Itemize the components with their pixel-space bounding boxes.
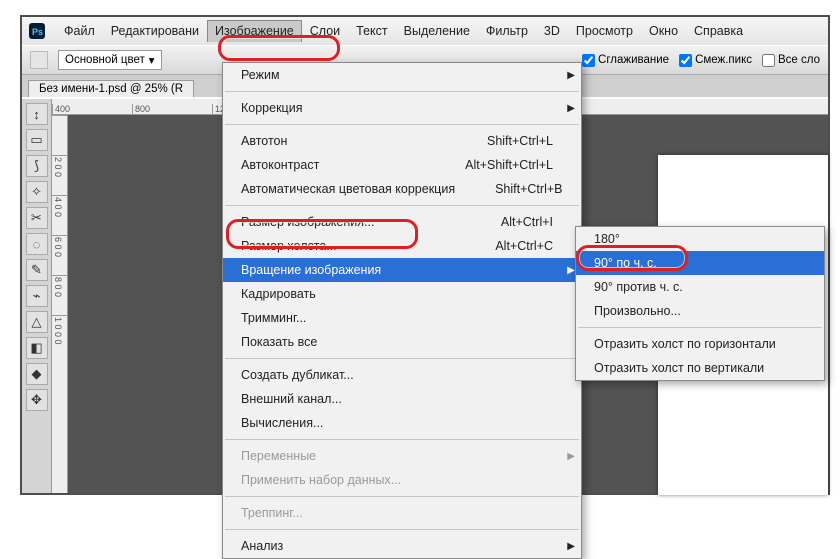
submenu-arrow-icon: ▶ bbox=[567, 103, 575, 114]
menu-item[interactable]: Анализ▶ bbox=[223, 534, 581, 558]
tool-button[interactable]: △ bbox=[26, 311, 48, 333]
menu-item[interactable]: Размер изображения...Alt+Ctrl+I bbox=[223, 210, 581, 234]
tool-button[interactable]: ✎ bbox=[26, 259, 48, 281]
menu-просмотр[interactable]: Просмотр bbox=[568, 20, 641, 42]
all-layers-checkbox[interactable]: Все сло bbox=[762, 54, 820, 67]
chevron-down-icon: ▾ bbox=[149, 53, 155, 67]
menu-редактировани[interactable]: Редактировани bbox=[103, 20, 207, 42]
menu-item[interactable]: Кадрировать bbox=[223, 282, 581, 306]
tool-button[interactable]: ◆ bbox=[26, 363, 48, 385]
menu-item[interactable]: Показать все bbox=[223, 330, 581, 354]
menu-item[interactable]: Тримминг... bbox=[223, 306, 581, 330]
menu-item: Переменные▶ bbox=[223, 444, 581, 468]
submenu-arrow-icon: ▶ bbox=[567, 451, 575, 462]
menu-текст[interactable]: Текст bbox=[348, 20, 395, 42]
contiguous-checkbox[interactable]: Смеж.пикс bbox=[679, 54, 752, 67]
menu-item: Треппинг... bbox=[223, 501, 581, 525]
tool-button[interactable]: ⟆ bbox=[26, 155, 48, 177]
ruler-vertical: 2 0 04 0 06 0 08 0 01 0 0 0 bbox=[52, 115, 68, 493]
image-rotation-submenu: 180°90° по ч. с.90° против ч. с.Произвол… bbox=[575, 226, 825, 381]
combo-label: Основной цвет bbox=[65, 54, 145, 66]
sample-combo[interactable]: Основной цвет ▾ bbox=[58, 50, 162, 70]
menu-item[interactable]: Режим▶ bbox=[223, 63, 581, 87]
image-menu: Режим▶ Коррекция▶ АвтотонShift+Ctrl+LАвток… bbox=[222, 62, 582, 559]
menu-item[interactable]: Внешний канал... bbox=[223, 387, 581, 411]
svg-text:Ps: Ps bbox=[32, 27, 43, 37]
menu-файл[interactable]: Файл bbox=[56, 20, 103, 42]
menu-item[interactable]: Отразить холст по горизонтали bbox=[576, 332, 824, 356]
menu-выделение[interactable]: Выделение bbox=[396, 20, 478, 42]
menu-item: Применить набор данных... bbox=[223, 468, 581, 492]
menu-item[interactable]: 180° bbox=[576, 227, 824, 251]
menu-item[interactable]: 90° против ч. с. bbox=[576, 275, 824, 299]
tool-button[interactable]: ✥ bbox=[26, 389, 48, 411]
menu-изображение[interactable]: Изображение bbox=[207, 20, 302, 42]
menu-фильтр[interactable]: Фильтр bbox=[478, 20, 536, 42]
antialias-checkbox[interactable]: Сглаживание bbox=[582, 54, 669, 67]
tools-panel: ↕ ▭ ⟆ ✧ ✂ ◌ ✎ ⌁ △ ◧ ◆ ✥ bbox=[22, 99, 52, 493]
tool-preset-button[interactable] bbox=[30, 51, 48, 69]
menu-item[interactable]: Создать дубликат... bbox=[223, 363, 581, 387]
submenu-arrow-icon: ▶ bbox=[567, 70, 575, 81]
menu-item[interactable]: Произвольно... bbox=[576, 299, 824, 323]
submenu-arrow-icon: ▶ bbox=[567, 541, 575, 552]
menu-item[interactable]: АвтотонShift+Ctrl+L bbox=[223, 129, 581, 153]
menu-item[interactable]: АвтоконтрастAlt+Shift+Ctrl+L bbox=[223, 153, 581, 177]
tool-button[interactable]: ◌ bbox=[26, 233, 48, 255]
menu-3d[interactable]: 3D bbox=[536, 20, 568, 42]
tool-button[interactable]: ✂ bbox=[26, 207, 48, 229]
menu-item[interactable]: Коррекция▶ bbox=[223, 96, 581, 120]
submenu-arrow-icon: ▶ bbox=[567, 265, 575, 276]
menu-слои[interactable]: Слои bbox=[302, 20, 348, 42]
menu-справка[interactable]: Справка bbox=[686, 20, 751, 42]
document-tab[interactable]: Без имени-1.psd @ 25% (R bbox=[28, 80, 194, 97]
tool-button[interactable]: ⌁ bbox=[26, 285, 48, 307]
menu-item[interactable]: Вычисления... bbox=[223, 411, 581, 435]
tool-button[interactable]: ▭ bbox=[26, 129, 48, 151]
tool-button[interactable]: ◧ bbox=[26, 337, 48, 359]
menu-item[interactable]: Автоматическая цветовая коррекцияShift+C… bbox=[223, 177, 581, 201]
menu-item[interactable]: 90° по ч. с. bbox=[576, 251, 824, 275]
tool-button[interactable]: ✧ bbox=[26, 181, 48, 203]
menu-item[interactable]: Отразить холст по вертикали bbox=[576, 356, 824, 380]
tool-button[interactable]: ↕ bbox=[26, 103, 48, 125]
menubar: Ps ФайлРедактированиИзображениеСлоиТекст… bbox=[22, 17, 828, 45]
menu-окно[interactable]: Окно bbox=[641, 20, 686, 42]
menu-item[interactable]: Вращение изображения▶ bbox=[223, 258, 581, 282]
menu-item[interactable]: Размер холста...Alt+Ctrl+C bbox=[223, 234, 581, 258]
app-logo-icon: Ps bbox=[28, 22, 46, 40]
